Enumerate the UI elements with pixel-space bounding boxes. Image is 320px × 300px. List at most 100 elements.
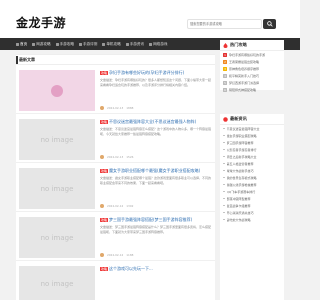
latest-news-item[interactable]: 皇室战争卡组推荐 — [220, 202, 284, 209]
article-list-title: 最新文章 — [19, 57, 35, 62]
bullet-icon — [223, 148, 225, 151]
hot-guide-item[interactable]: 3 原神角色培养顺序推荐 — [220, 65, 284, 72]
article-title-text: 这个游戏可以先玩一下... — [109, 266, 153, 271]
article-thumbnail[interactable]: no image — [19, 119, 95, 160]
author-avatar — [100, 155, 104, 159]
category-badge: 攻略 — [100, 168, 109, 173]
article-title[interactable]: 攻略 梦三国手游最强阵容搭配(梦三国手游阵容推荐) — [100, 217, 212, 223]
author-avatar — [100, 253, 104, 257]
article-title[interactable]: 攻略 孕妇手游有哪些好玩的(孕妇手游评分排行) — [100, 70, 212, 76]
hot-guides-panel: 热门攻略 1 孕妇手游有哪些好玩的手游 2 王者荣耀最强出装攻略 3 原神角色培… — [220, 40, 284, 93]
category-badge: 攻略 — [100, 266, 109, 271]
article-excerpt: 文章描述：魔女手游职业搭配哪个最强？这款游戏里面有很多职业可以选择，不同的职业搭… — [100, 176, 212, 185]
latest-news-item[interactable]: 开心消消乐通关技巧 — [220, 209, 284, 216]
latest-news-text: 穿越火线手游枪械推荐 — [226, 182, 257, 187]
author-avatar — [100, 106, 104, 110]
bullet-icon — [223, 204, 225, 207]
latest-news-item[interactable]: 火影忍者手游忍者排行 — [220, 146, 284, 153]
article-views: 1188 — [126, 253, 134, 257]
nav-item-online-games[interactable]: 网络游戏 — [149, 42, 167, 47]
latest-news-item[interactable]: 明日之后新手攻略大全 — [220, 153, 284, 160]
bullet-icon — [223, 169, 225, 172]
article-views: 1526 — [126, 155, 134, 159]
title-accent-bar — [16, 56, 18, 64]
article-card[interactable]: no image 攻略 梦三国手游最强阵容搭配(梦三国手游阵容推荐) 文章描述：梦… — [16, 213, 215, 261]
article-meta: 2024-02-12 1188 — [100, 253, 133, 257]
latest-news-text: 不思议迷宫最强阵容大全 — [226, 126, 260, 131]
latest-news-item[interactable]: 我的世界生存模式攻略 — [220, 174, 284, 181]
latest-news-text: 火影忍者手游忍者排行 — [226, 147, 257, 152]
hot-guide-item[interactable]: 1 孕妇手游有哪些好玩的手游 — [220, 51, 284, 58]
article-title-text: 梦三国手游最强阵容搭配(梦三国手游阵容推荐) — [109, 217, 193, 222]
home-icon — [16, 42, 19, 46]
latest-news-item[interactable]: 第五人格监管者推荐 — [220, 160, 284, 167]
nav-label: 首页 — [20, 41, 28, 46]
nav-label: 手游评测 — [82, 41, 98, 46]
latest-news-item[interactable]: 穿越火线手游枪械推荐 — [220, 181, 284, 188]
article-list-header: 最新文章 — [16, 55, 215, 65]
nav-item-online-guides[interactable]: 网游攻略 — [32, 41, 51, 47]
hot-guide-text: 王者荣耀最强出装攻略 — [229, 59, 260, 64]
article-excerpt: 文章描述：孕妇手游有哪些好玩的？很多人都想知道这个问题，下面小编带大家一起来看看… — [100, 78, 212, 87]
article-thumbnail[interactable]: no image — [19, 217, 95, 258]
author-avatar — [100, 204, 104, 208]
hot-guide-text: 梦幻西游手游门派选择 — [229, 80, 260, 85]
bullet-icon — [223, 155, 225, 158]
nav-item-reviews[interactable]: 手游评测 — [78, 41, 98, 47]
article-thumbnail[interactable]: no image — [19, 266, 95, 300]
article-title[interactable]: 攻略 这个游戏可以先玩一下... — [100, 266, 212, 272]
hot-guide-item[interactable]: 4 和平精英新手入门技巧 — [220, 72, 284, 79]
nav-item-single-guides[interactable]: 单机攻略 — [102, 41, 121, 47]
bullet-icon — [223, 127, 225, 130]
nav-label: 网游攻略 — [36, 41, 51, 46]
site-logo[interactable]: 金龙手游 — [16, 14, 66, 31]
article-title[interactable]: 攻略 魔女手游职业搭配哪个最强(魔女手游职业搭配攻略) — [100, 168, 212, 174]
latest-news-item[interactable]: 不思议迷宫最强阵容大全 — [220, 125, 284, 132]
hot-guide-item[interactable]: 6 阴阳师式神搭配攻略 — [220, 86, 284, 93]
no-image-placeholder: no image — [40, 184, 74, 193]
bullet-icon — [223, 183, 225, 186]
rank-badge: 2 — [223, 59, 227, 64]
bullet-icon — [223, 162, 225, 165]
article-date: 2024-02-12 — [107, 204, 124, 208]
nav-icon — [32, 42, 36, 46]
article-title-text: 魔女手游职业搭配哪个最强(魔女手游职业搭配攻略) — [109, 168, 201, 173]
article-thumbnail[interactable]: no image — [19, 168, 95, 209]
nav-label: 单机攻略 — [106, 41, 121, 46]
bullet-icon — [223, 197, 225, 200]
nav-icon — [125, 42, 129, 46]
nav-icon — [102, 42, 106, 46]
article-card[interactable]: no image 攻略 这个游戏可以先玩一下... — [16, 262, 215, 300]
no-image-placeholder: no image — [40, 233, 74, 242]
article-card[interactable]: no image 攻略 不思议迷宫最强阵容大全(不思议迷宫最强人物阵) 文章描述：… — [16, 115, 215, 163]
article-meta: 2024-02-12 1302 — [100, 204, 133, 208]
nav-item-news[interactable]: 手游资讯 — [125, 42, 144, 47]
hot-guide-text: 和平精英新手入门技巧 — [229, 73, 260, 78]
hot-guide-item[interactable]: 5 梦幻西游手游门派选择 — [220, 79, 284, 86]
flower-image — [51, 84, 63, 97]
latest-news-item[interactable]: 球球大作战新手技巧 — [220, 167, 284, 174]
article-thumbnail[interactable] — [19, 70, 95, 111]
rank-badge: 3 — [223, 66, 227, 71]
article-card[interactable]: no image 攻略 魔女手游职业搭配哪个最强(魔女手游职业搭配攻略) 文章描述… — [16, 164, 215, 212]
nav-label: 网络游戏 — [153, 41, 168, 46]
latest-news-item[interactable]: QQ飞车手游赛车排行 — [220, 188, 284, 195]
latest-news-item[interactable]: 梦三国手游阵容推荐 — [220, 139, 284, 146]
latest-news-item[interactable]: 贪吃蛇大作战攻略 — [220, 216, 284, 223]
nav-item-home[interactable]: 首页 — [16, 42, 27, 47]
hot-guides-title: 热门攻略 — [230, 42, 247, 47]
article-title[interactable]: 攻略 不思议迷宫最强阵容大全(不思议迷宫最强人物阵) — [100, 119, 212, 125]
rank-badge: 5 — [223, 80, 227, 85]
fire-icon — [223, 42, 228, 48]
hot-guide-item[interactable]: 2 王者荣耀最强出装攻略 — [220, 58, 284, 65]
search-input[interactable] — [187, 19, 262, 29]
latest-news-item[interactable]: 部落冲突阵型推荐 — [220, 195, 284, 202]
hot-guide-text: 阴阳师式神搭配攻略 — [229, 87, 257, 92]
latest-news-text: 梦三国手游阵容推荐 — [226, 140, 254, 145]
bullet-icon — [223, 190, 225, 193]
article-card[interactable]: 攻略 孕妇手游有哪些好玩的(孕妇手游评分排行) 文章描述：孕妇手游有哪些好玩的？很… — [16, 66, 215, 114]
article-views: 1888 — [126, 106, 134, 110]
latest-news-item[interactable]: 魔女手游职业搭配攻略 — [220, 132, 284, 139]
search-button[interactable] — [263, 19, 276, 29]
nav-item-mobile-guides[interactable]: 手游攻略 — [55, 42, 74, 47]
